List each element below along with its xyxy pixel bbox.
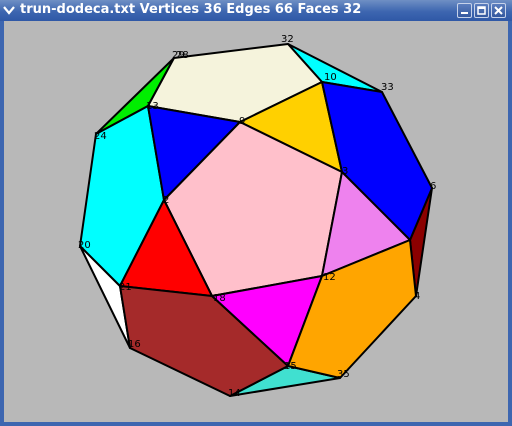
- vertex-label: 13: [146, 101, 159, 112]
- truncated-dodecahedron-drawing: 32 29 28 10 33 13 9 24 3 6 2 20 12 21 18…: [78, 34, 436, 399]
- vertex-label: 14: [228, 388, 241, 399]
- vertex-label: 21: [119, 282, 132, 293]
- polyhedron-canvas[interactable]: 32 29 28 10 33 13 9 24 3 6 2 20 12 21 18…: [4, 21, 508, 420]
- vertex-label: 35: [337, 369, 350, 380]
- vertex-label: 18: [213, 293, 226, 304]
- vertex-label: 10: [324, 72, 337, 83]
- vertex-label: 24: [94, 131, 107, 142]
- vertex-label: 12: [323, 272, 336, 283]
- window-bottom-inner: [4, 420, 508, 422]
- vertex-label: 3: [342, 166, 348, 177]
- window-right-border[interactable]: [508, 21, 512, 426]
- vertex-label: 32: [281, 34, 294, 45]
- vertex-label: 28: [176, 50, 189, 61]
- window-left-border[interactable]: [0, 21, 4, 426]
- vertex-label: 15: [284, 361, 297, 372]
- vertex-label: 9: [239, 116, 245, 127]
- application-window: trun-dodeca.txt Vertices 36 Edges 66 Fac…: [0, 0, 512, 426]
- vertex-label: 20: [78, 240, 91, 251]
- vertex-label: 6: [430, 181, 436, 192]
- vertex-label: 33: [381, 82, 394, 93]
- vertex-label: 2: [163, 195, 169, 206]
- vertex-label: 16: [128, 339, 141, 350]
- vertex-label: 4: [414, 291, 420, 302]
